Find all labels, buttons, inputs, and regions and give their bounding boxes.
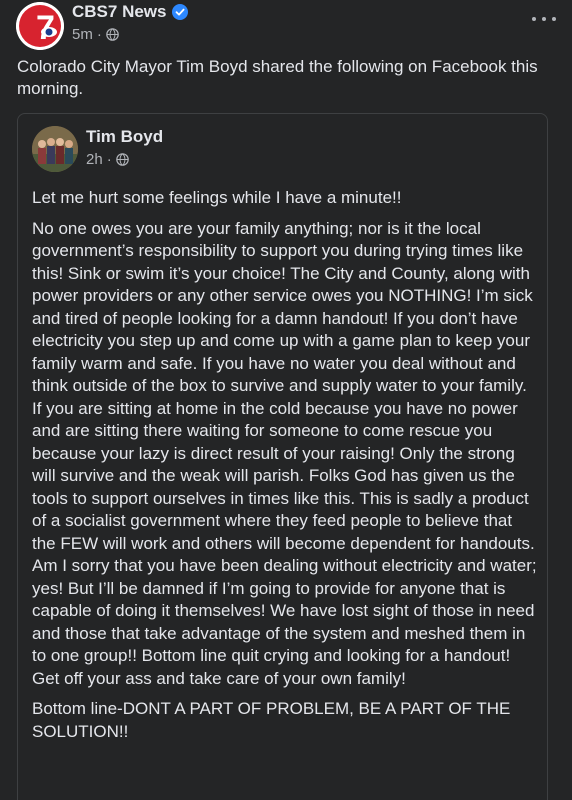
cbs7-logo-icon: 7 — [16, 2, 64, 50]
shared-post-meta: 2h · — [86, 151, 129, 168]
shared-post-timestamp[interactable]: 2h — [86, 151, 103, 168]
globe-icon — [115, 153, 129, 166]
shared-post-card[interactable]: Tim Boyd 2h · Let me hurt some feelings … — [17, 113, 548, 800]
page-name: CBS7 News — [72, 2, 167, 21]
post-paragraph: No one owes you are your family anything… — [32, 218, 537, 688]
author-name[interactable]: Tim Boyd — [86, 127, 163, 147]
globe-icon — [106, 28, 119, 41]
post-caption: Colorado City Mayor Tim Boyd shared the … — [17, 57, 538, 98]
shared-post-body: Let me hurt some feelings while I have a… — [32, 187, 537, 751]
post-header: 7 CBS7 News 5m · — [16, 2, 556, 50]
meta-separator: · — [96, 26, 102, 43]
post-meta: 5m · — [72, 26, 119, 43]
page-avatar[interactable]: 7 — [16, 2, 64, 50]
post-paragraph: Bottom line-DONT A PART OF PROBLEM, BE A… — [32, 699, 511, 741]
page-name-link[interactable]: CBS7 News — [72, 2, 189, 22]
more-options-icon[interactable] — [532, 12, 556, 26]
verified-badge-icon — [172, 4, 189, 20]
post-paragraph: Let me hurt some feelings while I have a… — [32, 188, 402, 207]
post-timestamp[interactable]: 5m — [72, 26, 93, 43]
family-photo-icon — [32, 126, 78, 172]
facebook-post: 7 CBS7 News 5m · Colorado City Mayor Tim… — [0, 0, 572, 800]
author-avatar[interactable] — [32, 126, 78, 172]
meta-separator: · — [106, 151, 112, 168]
